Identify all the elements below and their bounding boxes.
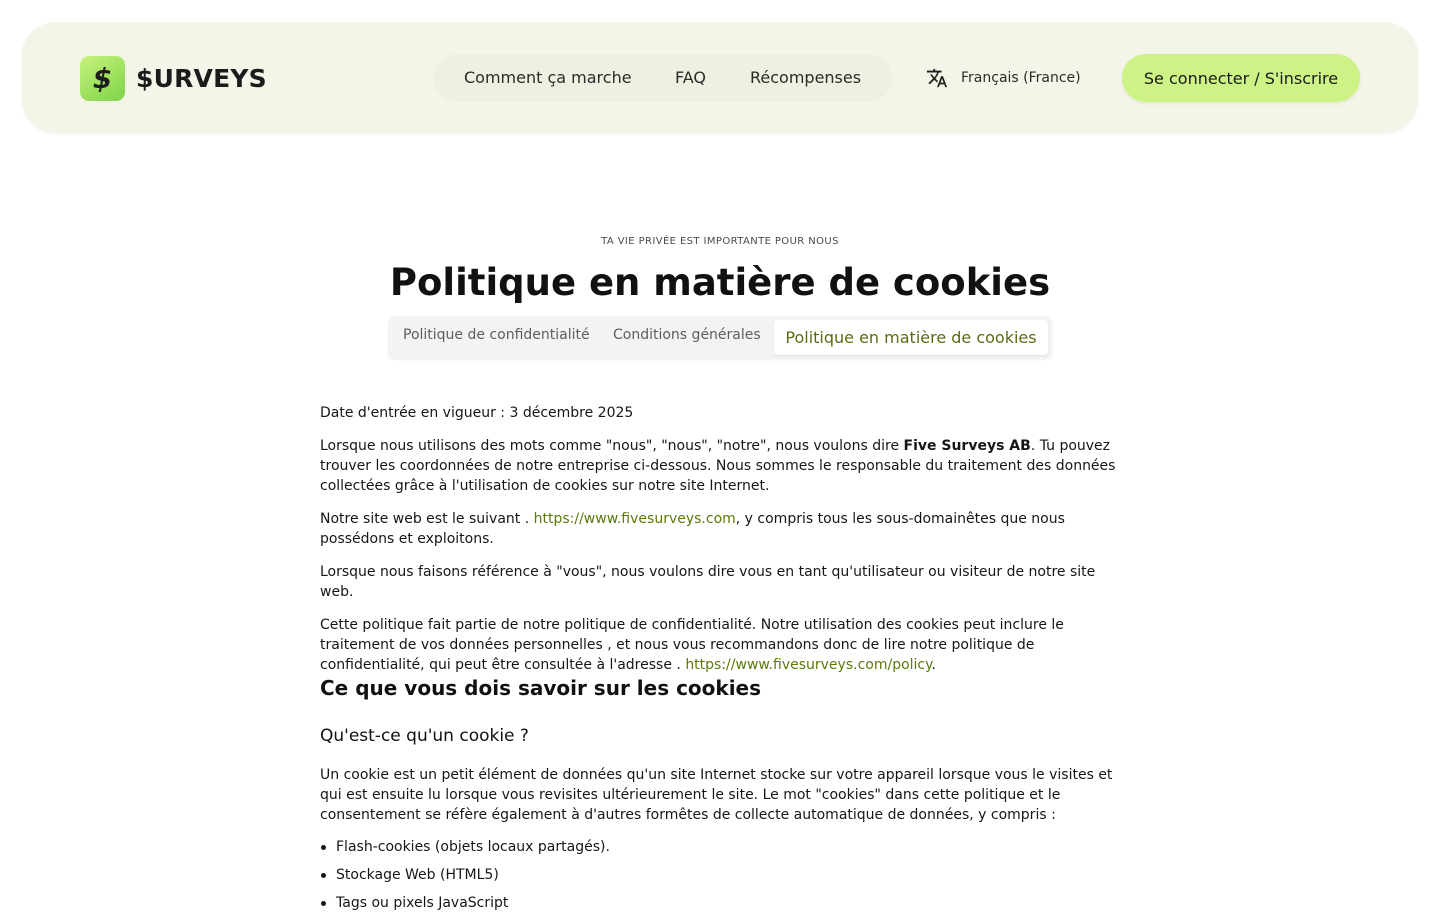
policy-tabs: Politique de confidentialité Conditions …: [388, 316, 1052, 359]
effective-date: Date d'entrée en vigueur : 3 décembre 20…: [320, 405, 634, 421]
language-label: Français (France): [961, 70, 1081, 86]
what-is-cookie-heading: Qu'est-ce qu'un cookie ?: [320, 726, 529, 746]
site-header: $ $URVEYS Comment ça marche FAQ Récompen…: [22, 22, 1418, 133]
privacy-policy-paragraph: Cette politique fait partie de notre pol…: [320, 615, 1120, 675]
nav-rewards[interactable]: Récompenses: [750, 68, 861, 87]
nav-how-it-works[interactable]: Comment ça marche: [464, 68, 632, 87]
tab-terms[interactable]: Conditions générales: [613, 327, 761, 343]
company-name: Five Surveys AB: [903, 438, 1031, 454]
cookie-definition-paragraph: Un cookie est un petit élément de donnée…: [320, 767, 1113, 823]
website-text: Notre site web est le suivant .: [320, 511, 534, 527]
logo-wordmark: $URVEYS: [136, 64, 267, 93]
logo-dollar-icon: $: [80, 56, 125, 101]
intro-paragraph: Lorsque nous utilisons des mots comme "n…: [320, 436, 1120, 496]
intro-text: Lorsque nous utilisons des mots comme "n…: [320, 438, 904, 454]
language-selector[interactable]: Français (France): [926, 67, 1081, 89]
website-link[interactable]: https://www.fivesurveys.com: [534, 511, 736, 527]
list-item: Flash-cookies (objets locaux partagés).: [320, 837, 610, 857]
translate-icon: [926, 68, 948, 88]
login-signup-button[interactable]: Se connecter / S'inscrire: [1122, 54, 1360, 102]
list-item: Tags ou pixels JavaScript: [320, 893, 508, 913]
you-paragraph: Lorsque nous faisons référence à "vous",…: [320, 564, 1096, 600]
cookies-section-heading: Ce que vous dois savoir sur les cookies: [320, 676, 762, 700]
privacy-policy-link[interactable]: https://www.fivesurveys.com/policy: [685, 657, 931, 673]
tab-privacy-policy[interactable]: Politique de confidentialité: [403, 327, 590, 343]
site-logo[interactable]: $ $URVEYS: [80, 56, 267, 101]
list-item: Stockage Web (HTML5): [320, 865, 499, 885]
privacy-eyebrow: TA VIE PRIVÉE EST IMPORTANTE POUR NOUS: [601, 236, 839, 247]
page-title: Politique en matière de cookies: [389, 261, 1051, 304]
main-nav: Comment ça marche FAQ Récompenses: [433, 54, 892, 102]
website-paragraph: Notre site web est le suivant . https://…: [320, 509, 1120, 549]
privacy-text-end: .: [931, 657, 936, 673]
nav-faq[interactable]: FAQ: [675, 68, 706, 87]
tab-cookie-policy[interactable]: Politique en matière de cookies: [774, 320, 1048, 355]
